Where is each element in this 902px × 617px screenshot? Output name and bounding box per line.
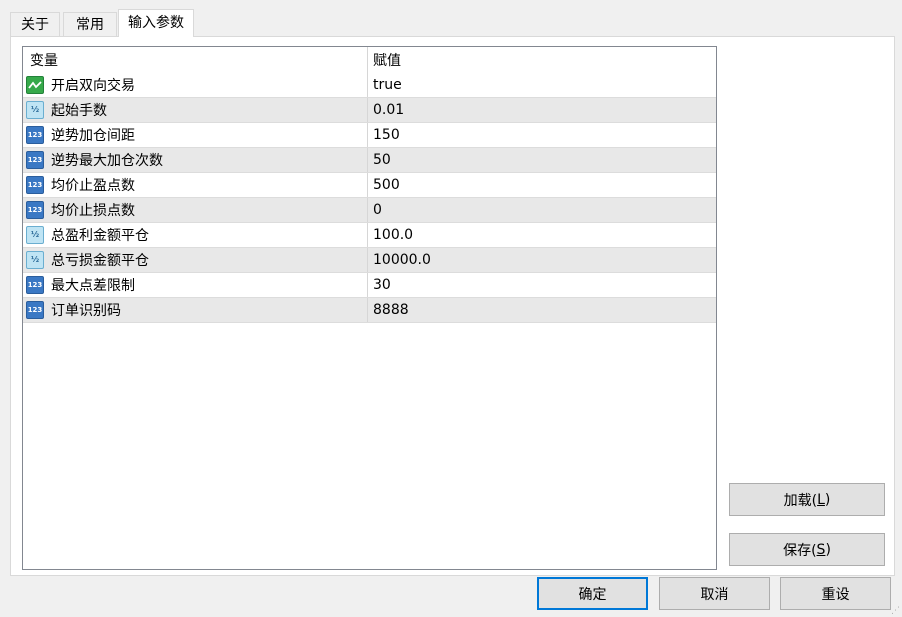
load-button-label: 加载( [783, 492, 818, 509]
load-button-suffix: ) [824, 491, 831, 508]
variable-cell: 123 最大点差限制 [23, 273, 368, 297]
value-cell[interactable]: 30 [368, 273, 716, 297]
table-row[interactable]: 123 均价止盈点数 500 [23, 173, 716, 198]
variable-cell: ½ 起始手数 [23, 98, 368, 122]
value-cell[interactable]: 500 [368, 173, 716, 197]
variable-name: 逆势加仓间距 [51, 128, 135, 144]
variable-name: 总盈利金额平仓 [51, 228, 149, 244]
bool-icon [26, 76, 44, 94]
variable-name: 订单识别码 [51, 303, 121, 319]
variable-cell: 123 均价止盈点数 [23, 173, 368, 197]
int-icon: 123 [26, 176, 44, 194]
variable-name: 逆势最大加仓次数 [51, 153, 163, 169]
dialog-window: 关于 常用 输入参数 变量 赋值 开启双向交易 true ½ 起始手数 0.01 123 逆… [0, 0, 902, 617]
table-row[interactable]: ½ 起始手数 0.01 [23, 98, 716, 123]
int-icon: 123 [26, 201, 44, 219]
column-header-variable[interactable]: 变量 [23, 47, 368, 73]
tab-common[interactable]: 常用 [63, 12, 117, 36]
save-button-suffix: ) [825, 541, 831, 558]
table-body: 开启双向交易 true ½ 起始手数 0.01 123 逆势加仓间距 150 123 逆势最大加仓… [23, 73, 716, 323]
value-cell[interactable]: 8888 [368, 298, 716, 322]
double-icon: ½ [26, 101, 44, 119]
table-row[interactable]: ½ 总亏损金额平仓 10000.0 [23, 248, 716, 273]
value-cell[interactable]: 10000.0 [368, 248, 716, 272]
value-cell[interactable]: 0.01 [368, 98, 716, 122]
variable-name: 总亏损金额平仓 [51, 253, 149, 269]
resize-grip-icon[interactable]: ⋰ [891, 606, 900, 616]
double-icon: ½ [26, 251, 44, 269]
column-header-value[interactable]: 赋值 [368, 47, 716, 73]
value-cell[interactable]: true [368, 73, 716, 97]
reset-button[interactable]: 重设 [780, 577, 891, 610]
int-icon: 123 [26, 301, 44, 319]
double-icon: ½ [26, 226, 44, 244]
int-icon: 123 [26, 126, 44, 144]
load-button[interactable]: 加载(L) [729, 483, 885, 516]
tab-about[interactable]: 关于 [10, 12, 60, 36]
variable-name: 均价止损点数 [51, 203, 135, 219]
table-row[interactable]: 123 逆势加仓间距 150 [23, 123, 716, 148]
int-icon: 123 [26, 276, 44, 294]
variable-cell: ½ 总亏损金额平仓 [23, 248, 368, 272]
table-row[interactable]: 123 订单识别码 8888 [23, 298, 716, 323]
load-button-hotkey: L [817, 491, 825, 508]
value-cell[interactable]: 50 [368, 148, 716, 172]
tab-bar: 关于 常用 输入参数 [0, 0, 902, 37]
variable-cell: 123 逆势加仓间距 [23, 123, 368, 147]
value-cell[interactable]: 150 [368, 123, 716, 147]
table-row[interactable]: 123 最大点差限制 30 [23, 273, 716, 298]
variable-cell: 123 均价止损点数 [23, 198, 368, 222]
table-row[interactable]: 123 均价止损点数 0 [23, 198, 716, 223]
value-cell[interactable]: 0 [368, 198, 716, 222]
save-button[interactable]: 保存(S) [729, 533, 885, 566]
cancel-button[interactable]: 取消 [659, 577, 770, 610]
tab-inputs[interactable]: 输入参数 [118, 9, 194, 37]
variable-cell: 开启双向交易 [23, 73, 368, 97]
variable-name: 起始手数 [51, 103, 107, 119]
variable-cell: ½ 总盈利金额平仓 [23, 223, 368, 247]
variable-name: 均价止盈点数 [51, 178, 135, 194]
parameters-table: 变量 赋值 开启双向交易 true ½ 起始手数 0.01 123 逆势加仓间距 150 123… [22, 46, 717, 570]
variable-cell: 123 订单识别码 [23, 298, 368, 322]
ok-button[interactable]: 确定 [537, 577, 648, 610]
table-row[interactable]: 123 逆势最大加仓次数 50 [23, 148, 716, 173]
table-row[interactable]: ½ 总盈利金额平仓 100.0 [23, 223, 716, 248]
variable-cell: 123 逆势最大加仓次数 [23, 148, 368, 172]
table-header: 变量 赋值 [23, 47, 716, 73]
save-button-label: 保存( [783, 542, 817, 559]
variable-name: 最大点差限制 [51, 278, 135, 294]
value-cell[interactable]: 100.0 [368, 223, 716, 247]
int-icon: 123 [26, 151, 44, 169]
variable-name: 开启双向交易 [51, 78, 135, 94]
save-button-hotkey: S [816, 541, 826, 558]
table-row[interactable]: 开启双向交易 true [23, 73, 716, 98]
